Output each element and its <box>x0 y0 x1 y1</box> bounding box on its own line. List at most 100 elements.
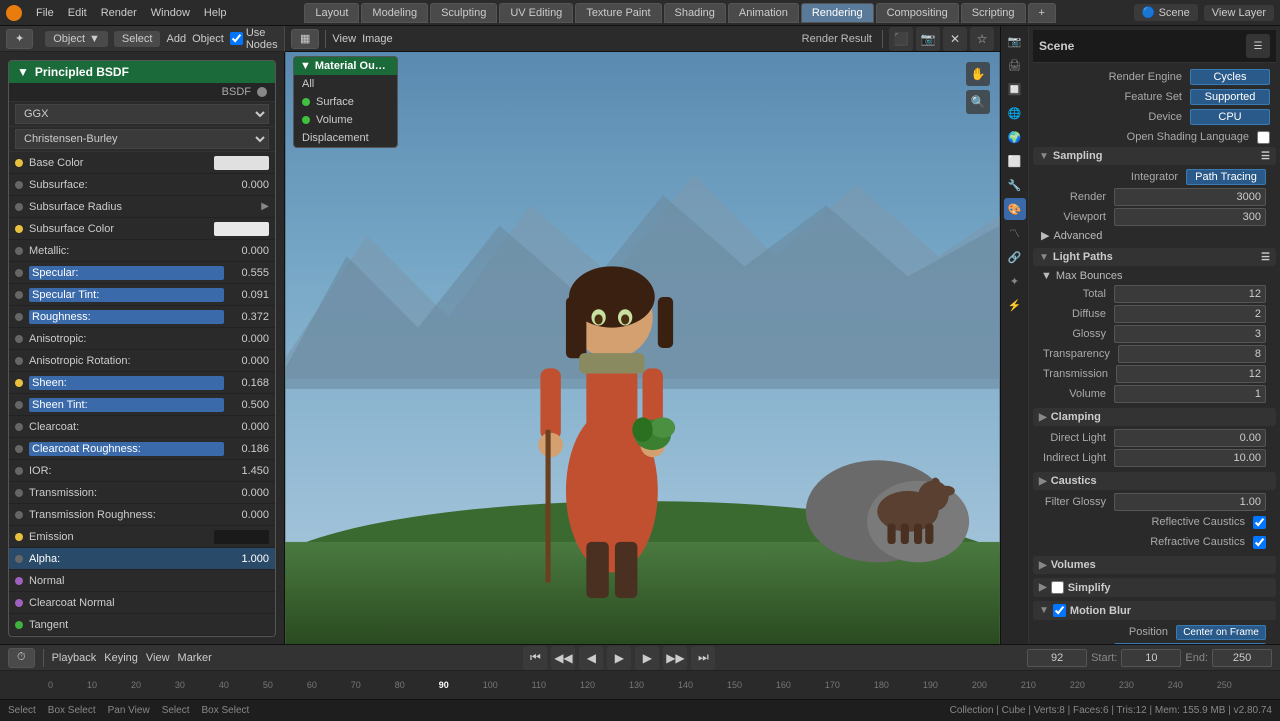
marker-menu[interactable]: Marker <box>178 652 212 664</box>
use-nodes-checkbox[interactable] <box>230 32 243 45</box>
properties-object-icon[interactable]: ⬜ <box>1004 150 1026 172</box>
subsurface-color-swatch[interactable] <box>214 222 269 236</box>
clearcoat-roughness-value[interactable]: 0.186 <box>224 443 269 455</box>
sheen-label[interactable]: Sheen: <box>29 376 224 390</box>
tangent-dot[interactable] <box>15 621 23 629</box>
keying-menu[interactable]: Keying <box>104 652 138 664</box>
volume-input[interactable] <box>1114 385 1266 403</box>
node-collapse-arrow[interactable]: ▼ <box>17 65 29 79</box>
menu-file[interactable]: File <box>36 7 54 19</box>
prev-frame-btn[interactable]: ◀◀ <box>551 646 575 670</box>
workspace-tab-compositing[interactable]: Compositing <box>876 3 959 23</box>
transmission-roughness-value[interactable]: 0.000 <box>224 509 269 521</box>
subsurface-color-dot[interactable] <box>15 225 23 233</box>
transmission-input[interactable] <box>1116 365 1266 383</box>
properties-constraint-icon[interactable]: 🔗 <box>1004 246 1026 268</box>
menu-help[interactable]: Help <box>204 7 227 19</box>
start-frame-input[interactable] <box>1121 649 1181 667</box>
render-editor-type[interactable]: ▦ <box>291 29 319 49</box>
sheen-tint-value[interactable]: 0.500 <box>224 399 269 411</box>
position-select[interactable]: Center on Frame <box>1176 625 1266 640</box>
mat-output-surface[interactable]: Surface <box>294 93 397 111</box>
properties-particles-icon[interactable]: ✦ <box>1004 270 1026 292</box>
workspace-tab-rendering[interactable]: Rendering <box>801 3 874 23</box>
glossy-input[interactable] <box>1114 325 1266 343</box>
clearcoat-normal-dot[interactable] <box>15 599 23 607</box>
menu-edit[interactable]: Edit <box>68 7 87 19</box>
view-btn-r[interactable]: View <box>332 33 356 45</box>
menu-render[interactable]: Render <box>101 7 137 19</box>
timeline-ruler[interactable]: 0 10 20 30 40 50 60 70 80 90 100 110 120… <box>0 671 1280 699</box>
workspace-tab-layout[interactable]: Layout <box>304 3 359 23</box>
properties-render-icon[interactable]: 📷 <box>1004 30 1026 52</box>
properties-output-icon[interactable]: 🖨 <box>1004 54 1026 76</box>
mat-output-all[interactable]: All <box>294 75 397 93</box>
caustics-header[interactable]: ▶ Caustics <box>1033 472 1276 490</box>
specular-tint-label[interactable]: Specular Tint: <box>29 288 224 302</box>
add-menu[interactable]: Add <box>166 33 186 45</box>
object-select[interactable]: Object ▼ <box>45 31 108 47</box>
diffuse-input[interactable] <box>1114 305 1266 323</box>
workspace-tab-scripting[interactable]: Scripting <box>961 3 1026 23</box>
specular-label[interactable]: Specular: <box>29 266 224 280</box>
select-mode[interactable]: Select <box>114 31 161 47</box>
roughness-label[interactable]: Roughness: <box>29 310 224 324</box>
playback-menu[interactable]: Playback <box>52 652 97 664</box>
emission-dot[interactable] <box>15 533 23 541</box>
clearcoat-value[interactable]: 0.000 <box>224 421 269 433</box>
device-select[interactable]: CPU <box>1190 109 1270 125</box>
workspace-tab-add[interactable]: + <box>1028 3 1056 23</box>
render-icon-3[interactable]: ✕ <box>943 27 967 51</box>
clamping-header[interactable]: ▶ Clamping <box>1033 408 1276 426</box>
image-btn[interactable]: Image <box>362 33 393 45</box>
render-icon-1[interactable]: ⬛ <box>889 27 913 51</box>
volumes-header[interactable]: ▶ Volumes <box>1033 556 1276 574</box>
viewport-hand-tool[interactable]: ✋ <box>966 62 990 86</box>
light-paths-header[interactable]: ▼ Light Paths ☰ <box>1033 248 1276 266</box>
viewport-zoom-tool[interactable]: 🔍 <box>966 90 990 114</box>
sheen-tint-label[interactable]: Sheen Tint: <box>29 398 224 412</box>
sampling-header[interactable]: ▼ Sampling ☰ <box>1033 147 1276 165</box>
workspace-tab-modeling[interactable]: Modeling <box>361 3 428 23</box>
workspace-tab-shading[interactable]: Shading <box>664 3 726 23</box>
refractive-caustics-checkbox[interactable] <box>1253 536 1266 549</box>
end-frame-input[interactable] <box>1212 649 1272 667</box>
mat-output-volume[interactable]: Volume <box>294 111 397 129</box>
properties-view-layer-icon[interactable]: 🔲 <box>1004 78 1026 100</box>
workspace-tab-sculpting[interactable]: Sculpting <box>430 3 497 23</box>
osl-checkbox[interactable] <box>1257 131 1270 144</box>
integrator-select[interactable]: Path Tracing <box>1186 169 1266 185</box>
mat-output-collapse[interactable]: ▼ <box>300 60 311 72</box>
ggx-select[interactable]: GGX Multi-GGX <box>15 104 269 124</box>
properties-physics-icon[interactable]: ⚡ <box>1004 294 1026 316</box>
menu-window[interactable]: Window <box>151 7 190 19</box>
workspace-tab-animation[interactable]: Animation <box>728 3 799 23</box>
motion-blur-checkbox[interactable] <box>1053 604 1066 617</box>
scene-options-btn[interactable]: ☰ <box>1246 34 1270 58</box>
clearcoat-roughness-label[interactable]: Clearcoat Roughness: <box>29 442 224 456</box>
specular-value[interactable]: 0.555 <box>224 267 269 279</box>
max-bounces-subsection[interactable]: ▼ Max Bounces <box>1037 268 1272 284</box>
render-icon-2[interactable]: 📷 <box>916 27 940 51</box>
ior-value[interactable]: 1.450 <box>224 465 269 477</box>
anisotropic-rotation-value[interactable]: 0.000 <box>224 355 269 367</box>
advanced-subsection[interactable]: ▶ Advanced <box>1037 227 1272 244</box>
properties-material-icon[interactable]: 🎨 <box>1004 198 1026 220</box>
mat-output-displacement[interactable]: Displacement <box>294 129 397 147</box>
properties-scene-icon[interactable]: 🌐 <box>1004 102 1026 124</box>
workspace-tab-texture-paint[interactable]: Texture Paint <box>575 3 661 23</box>
next-keyframe-btn[interactable]: ▶ <box>635 646 659 670</box>
view-menu[interactable]: View <box>146 652 170 664</box>
alpha-value[interactable]: 1.000 <box>224 553 269 565</box>
properties-modifier-icon[interactable]: 🔧 <box>1004 174 1026 196</box>
editor-type-btn[interactable]: ✦ <box>6 29 33 49</box>
specular-tint-value[interactable]: 0.091 <box>224 289 269 301</box>
scene-selector[interactable]: 🔵 Scene <box>1134 4 1198 21</box>
motion-blur-header[interactable]: ▼ Motion Blur <box>1033 601 1276 620</box>
roughness-value[interactable]: 0.372 <box>224 311 269 323</box>
timeline-editor-type[interactable]: ⏱ <box>8 648 35 668</box>
simplify-checkbox[interactable] <box>1051 581 1064 594</box>
simplify-header[interactable]: ▶ Simplify <box>1033 578 1276 597</box>
metallic-value[interactable]: 0.000 <box>224 245 269 257</box>
bsdf-output-dot[interactable] <box>257 87 267 97</box>
